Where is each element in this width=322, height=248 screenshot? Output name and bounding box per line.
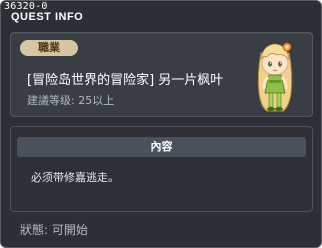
quest-category-badge: 職業 xyxy=(20,40,78,56)
quest-info-window: 36320-0 QUEST INFO 職業 [冒险岛世界的冒险家] 另一片枫叶 … xyxy=(0,0,322,248)
blonde-girl-npc-icon xyxy=(257,42,293,112)
quest-status: 狀態: 可開始 xyxy=(20,223,88,237)
quest-summary-card: 職業 [冒险岛世界的冒险家] 另一片枫叶 建議等级: 25以上 xyxy=(10,32,313,117)
content-text: 必须带修嘉逃走。 xyxy=(31,171,119,184)
content-header: 內容 xyxy=(17,137,306,157)
window-title: QUEST INFO xyxy=(11,11,84,23)
quest-level-requirement: 建議等级: 25以上 xyxy=(27,94,115,107)
quest-content-panel: 內容 必须带修嘉逃走。 xyxy=(10,126,313,212)
quest-name: [冒险岛世界的冒险家] 另一片枫叶 xyxy=(27,73,224,88)
